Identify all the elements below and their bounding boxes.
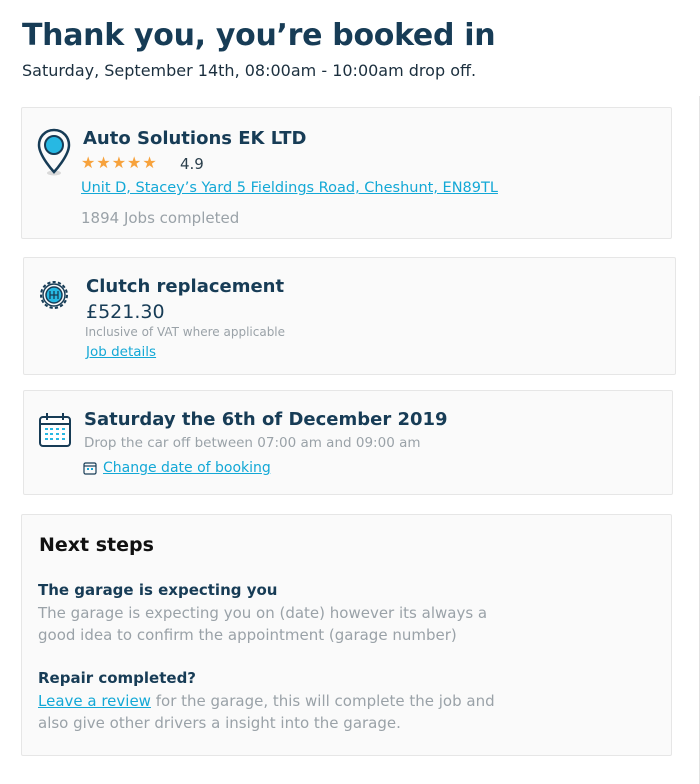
- booking-summary: Saturday, September 14th, 08:00am - 10:0…: [22, 61, 477, 80]
- rating-value: 4.9: [180, 155, 204, 173]
- small-calendar-icon[interactable]: [83, 461, 97, 475]
- page-title: Thank you, you’re booked in: [22, 18, 496, 53]
- star-rating-icon: ★★★★★: [81, 153, 158, 172]
- next-steps-card: Next steps The garage is expecting you T…: [21, 514, 672, 756]
- garage-expecting-title: The garage is expecting you: [38, 581, 278, 599]
- booking-date: Saturday the 6th of December 2019: [84, 409, 448, 430]
- garage-expecting-text: The garage is expecting you on (date) ho…: [38, 604, 488, 644]
- job-card: Clutch replacement £521.30 Inclusive of …: [23, 257, 676, 375]
- repair-completed-title: Repair completed?: [38, 669, 197, 687]
- gear-shift-icon: [40, 281, 68, 309]
- job-price: £521.30: [86, 301, 165, 323]
- jobs-completed: 1894 Jobs completed: [81, 209, 240, 227]
- calendar-icon: [39, 413, 71, 447]
- job-title: Clutch replacement: [86, 276, 285, 297]
- garage-address-link[interactable]: Unit D, Stacey’s Yard 5 Fieldings Road, …: [81, 180, 498, 196]
- job-details-link[interactable]: Job details: [86, 344, 156, 360]
- booking-date-card: Saturday the 6th of December 2019 Drop t…: [23, 390, 673, 495]
- garage-card: Auto Solutions EK LTD ★★★★★ 4.9 Unit D, …: [21, 107, 672, 239]
- vat-note: Inclusive of VAT where applicable: [85, 325, 286, 339]
- garage-name: Auto Solutions EK LTD: [83, 128, 307, 149]
- location-pin-icon: [37, 128, 71, 176]
- dropoff-window: Drop the car off between 07:00 am and 09…: [84, 435, 421, 451]
- leave-review-link[interactable]: Leave a review: [38, 692, 151, 710]
- repair-completed-text: Leave a review for the garage, this will…: [38, 690, 508, 734]
- change-booking-date-link[interactable]: Change date of booking: [103, 460, 271, 476]
- next-steps-heading: Next steps: [39, 534, 154, 556]
